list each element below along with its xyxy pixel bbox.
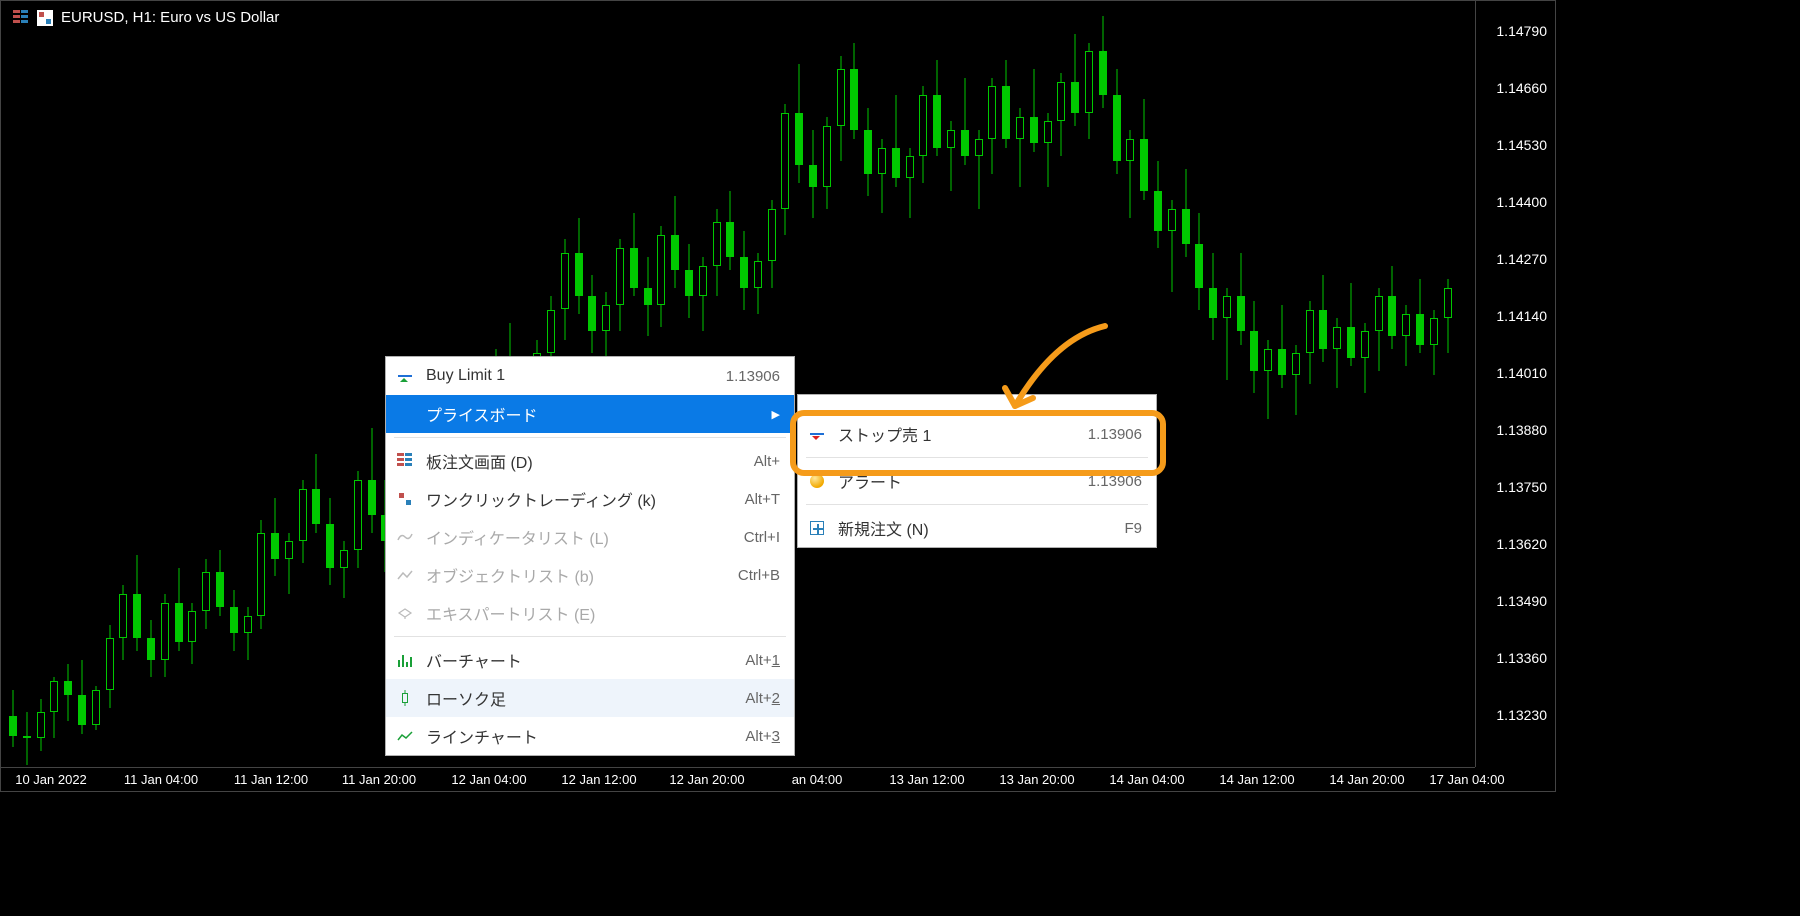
time-tick: 17 Jan 04:00: [1429, 772, 1504, 787]
indicator-icon: [396, 528, 414, 546]
time-tick: 13 Jan 12:00: [889, 772, 964, 787]
alert-icon: [808, 472, 826, 490]
menu-separator: [806, 457, 1148, 458]
buy-arrow-icon: [396, 367, 414, 385]
menu-board-order[interactable]: 板注文画面 (D) Alt+: [386, 442, 794, 480]
price-tick: 1.13880: [1496, 422, 1547, 438]
time-tick: 11 Jan 12:00: [234, 772, 308, 787]
context-menu-chart: Buy Limit 1 1.13906 プライスボード ▶ 板注文画面 (D) …: [385, 356, 795, 756]
menu-buy-limit[interactable]: Buy Limit 1 1.13906: [386, 357, 794, 395]
menu-separator: [394, 437, 786, 438]
menu-object-list[interactable]: オブジェクトリスト (b) Ctrl+B: [386, 556, 794, 594]
object-icon: [396, 566, 414, 584]
menu-separator: [394, 636, 786, 637]
price-tick: 1.14270: [1496, 251, 1547, 267]
price-tick: 1.14790: [1496, 23, 1547, 39]
barchart-icon: [396, 651, 414, 669]
time-tick: 11 Jan 20:00: [342, 772, 416, 787]
time-tick: 12 Jan 04:00: [451, 772, 526, 787]
price-tick: 1.14140: [1496, 308, 1547, 324]
time-tick: 10 Jan 2022: [15, 772, 87, 787]
price-tick: 1.13360: [1496, 650, 1547, 666]
menu-line-chart[interactable]: ラインチャート Alt+3: [386, 717, 794, 755]
price-tick: 1.14530: [1496, 137, 1547, 153]
sell-arrow-icon: [808, 425, 826, 443]
menu-oneclick-trading[interactable]: ワンクリックトレーディング (k) Alt+T: [386, 480, 794, 518]
context-submenu-priceboard: Buy Limit 1 1.13906 ストップ売 1 1.13906 アラート…: [797, 394, 1157, 548]
submenu-arrow-icon: ▶: [772, 408, 780, 421]
candlestick-icon: [396, 689, 414, 707]
time-tick: 13 Jan 20:00: [999, 772, 1074, 787]
menu-priceboard[interactable]: プライスボード ▶: [386, 395, 794, 433]
price-tick: 1.13490: [1496, 593, 1547, 609]
menu-bar-chart[interactable]: バーチャート Alt+1: [386, 641, 794, 679]
time-tick: an 04:00: [792, 772, 843, 787]
new-order-icon: [808, 519, 826, 537]
time-tick: 14 Jan 04:00: [1109, 772, 1184, 787]
time-tick: 12 Jan 12:00: [561, 772, 636, 787]
menu-indicator-list[interactable]: インディケータリスト (L) Ctrl+I: [386, 518, 794, 556]
time-axis: 10 Jan 2022 11 Jan 04:00 11 Jan 12:00 11 Ja…: [1, 767, 1475, 791]
price-axis: 1.14790 1.14660 1.14530 1.14400 1.14270 1.141…: [1475, 1, 1555, 767]
price-tick: 1.14660: [1496, 80, 1547, 96]
linechart-icon: [396, 727, 414, 745]
oneclick-icon: [396, 490, 414, 508]
blank-icon: [396, 405, 414, 423]
menu-expert-list[interactable]: エキスパートリスト (E): [386, 594, 794, 632]
time-tick: 14 Jan 12:00: [1219, 772, 1294, 787]
time-tick: 11 Jan 04:00: [124, 772, 198, 787]
menu-separator: [806, 504, 1148, 505]
price-tick: 1.14400: [1496, 194, 1547, 210]
board-order-icon: [396, 452, 414, 470]
price-tick: 1.14010: [1496, 365, 1547, 381]
submenu-new-order[interactable]: 新規注文 (N) F9: [798, 509, 1156, 547]
price-tick: 1.13620: [1496, 536, 1547, 552]
price-tick: 1.13750: [1496, 479, 1547, 495]
time-tick: 14 Jan 20:00: [1329, 772, 1404, 787]
price-tick: 1.13230: [1496, 707, 1547, 723]
submenu-sell-stop[interactable]: ストップ売 1 1.13906: [798, 415, 1156, 453]
expert-icon: [396, 604, 414, 622]
menu-candlestick[interactable]: ローソク足 Alt+2: [386, 679, 794, 717]
submenu-alert[interactable]: アラート 1.13906: [798, 462, 1156, 500]
time-tick: 12 Jan 20:00: [669, 772, 744, 787]
